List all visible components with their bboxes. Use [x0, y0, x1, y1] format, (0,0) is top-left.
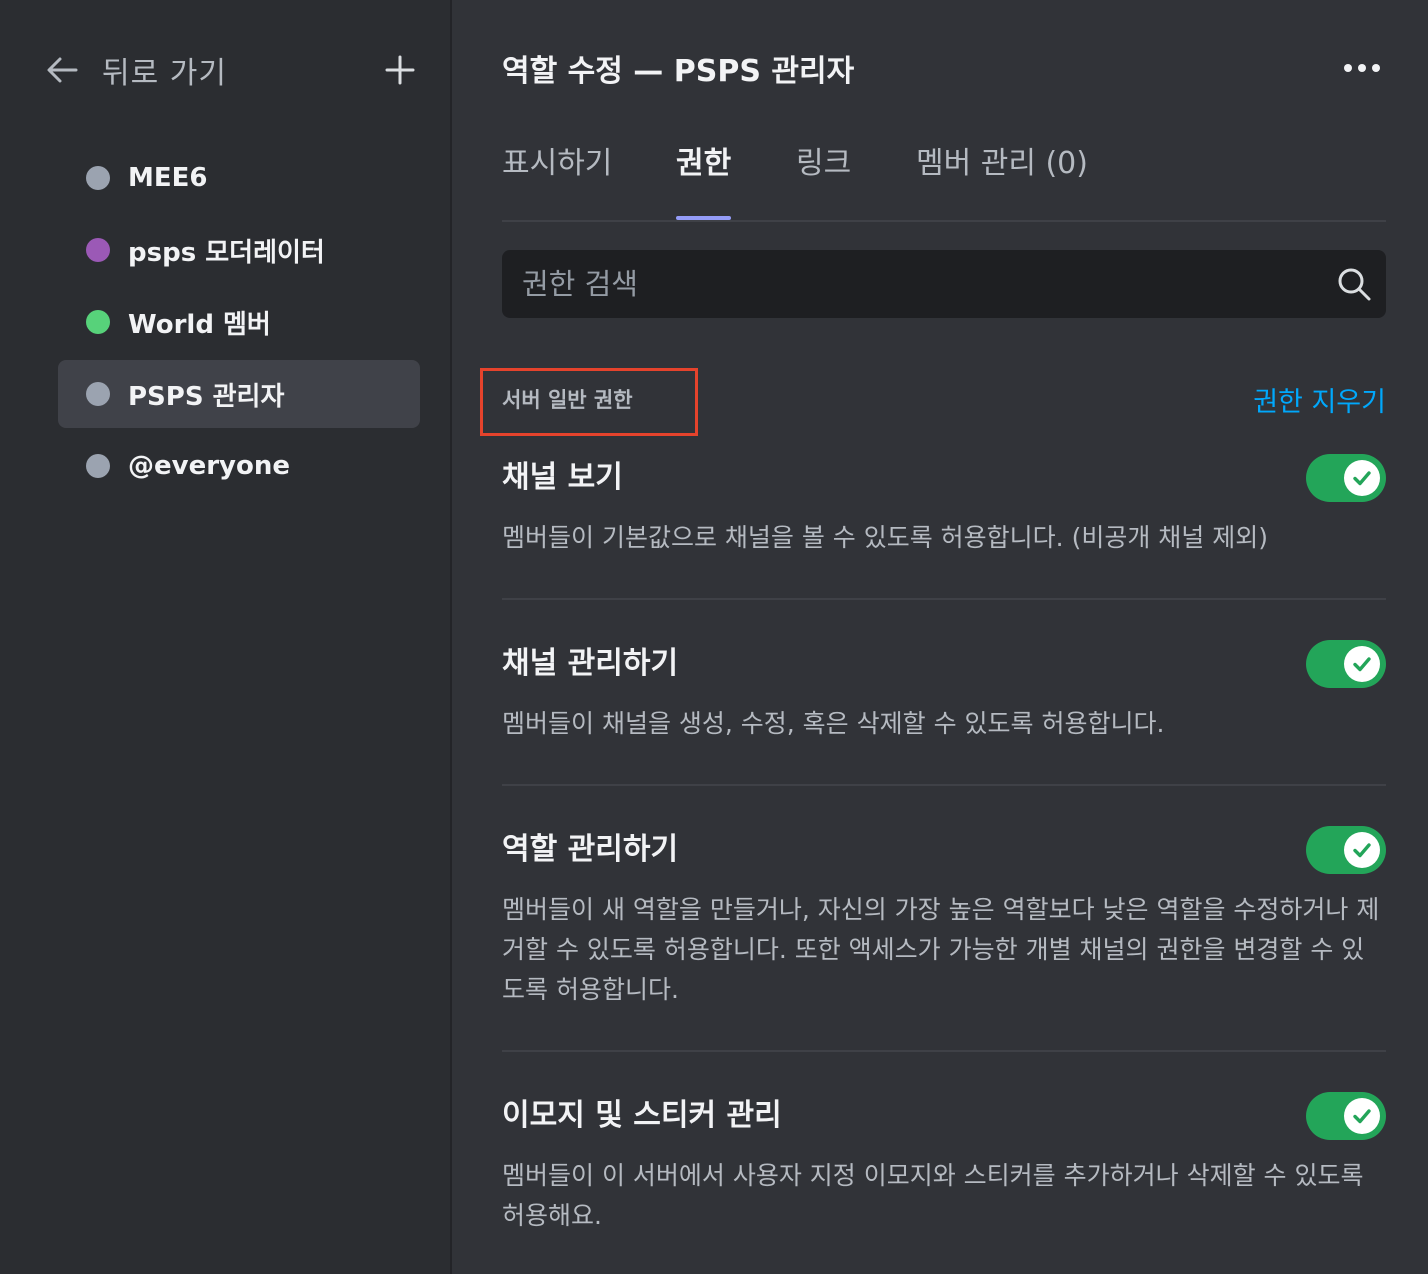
page-title: 역할 수정 — PSPS 관리자: [502, 54, 855, 89]
role-color-dot: [86, 382, 110, 406]
permission-toggle[interactable]: [1306, 1092, 1386, 1140]
role-color-dot: [86, 238, 110, 262]
permission-description: 멤버들이 기본값으로 채널을 볼 수 있도록 허용합니다. (비공개 채널 제외…: [502, 523, 1268, 552]
role-list: MEE6 psps 모더레이터 World 멤버 PSPS 관리자 @every…: [58, 144, 420, 504]
permission-title: 이모지 및 스티커 관리: [502, 1098, 782, 1133]
more-horizontal-icon: [1344, 64, 1352, 72]
role-item-mee6[interactable]: MEE6: [58, 144, 420, 212]
more-options-button[interactable]: [1338, 52, 1386, 84]
tab-bar: 표시하기 권한 링크 멤버 관리 (0): [502, 140, 1386, 222]
role-color-dot: [86, 454, 110, 478]
back-button[interactable]: 뒤로 가기: [44, 48, 227, 92]
role-item-psps-admin[interactable]: PSPS 관리자: [58, 360, 420, 428]
permission-description: 멤버들이 이 서버에서 사용자 지정 이모지와 스티커를 추가하거나 삭제할 수…: [502, 1161, 1364, 1230]
check-icon: [1353, 471, 1371, 486]
divider: [502, 598, 1386, 600]
permission-title: 채널 보기: [502, 460, 623, 495]
toggle-knob: [1344, 646, 1380, 682]
permission-description: 멤버들이 새 역할을 만들거나, 자신의 가장 높은 역할보다 낮은 역할을 수…: [502, 895, 1380, 1004]
clear-permissions-link[interactable]: 권한 지우기: [1253, 380, 1386, 419]
section-title: 서버 일반 권한: [502, 388, 633, 412]
check-icon: [1353, 657, 1371, 672]
role-name: World 멤버: [128, 309, 271, 340]
plus-icon: [385, 55, 415, 85]
role-name: psps 모더레이터: [128, 237, 325, 268]
check-icon: [1353, 843, 1371, 858]
sidebar: 뒤로 가기 MEE6 psps 모더레이터 World 멤버 PSPS 관리자 …: [0, 0, 452, 1274]
toggle-knob: [1344, 1098, 1380, 1134]
role-item-psps-moderator[interactable]: psps 모더레이터: [58, 216, 420, 284]
role-item-everyone[interactable]: @everyone: [58, 432, 420, 500]
toggle-knob: [1344, 832, 1380, 868]
tab-manage-members[interactable]: 멤버 관리 (0): [916, 140, 1088, 218]
role-name: MEE6: [128, 163, 208, 193]
permission-description: 멤버들이 채널을 생성, 수정, 혹은 삭제할 수 있도록 허용합니다.: [502, 709, 1165, 738]
toggle-knob: [1344, 460, 1380, 496]
permission-row-manage-channels: 채널 관리하기 멤버들이 채널을 생성, 수정, 혹은 삭제할 수 있도록 허용…: [502, 638, 1386, 738]
permission-row-manage-emoji-stickers: 이모지 및 스티커 관리 멤버들이 이 서버에서 사용자 지정 이모지와 스티커…: [502, 1090, 1386, 1230]
role-color-dot: [86, 310, 110, 334]
permission-row-manage-roles: 역할 관리하기 멤버들이 새 역할을 만들거나, 자신의 가장 높은 역할보다 …: [502, 824, 1386, 1004]
check-icon: [1353, 1109, 1371, 1124]
arrow-left-icon: [47, 57, 78, 83]
search-bar: [502, 250, 1386, 318]
more-horizontal-icon: [1372, 64, 1380, 72]
permission-toggle[interactable]: [1306, 640, 1386, 688]
permission-title: 역할 관리하기: [502, 832, 679, 867]
tab-links[interactable]: 링크: [796, 140, 851, 218]
permission-title: 채널 관리하기: [502, 646, 679, 681]
role-color-dot: [86, 166, 110, 190]
role-name: PSPS 관리자: [128, 381, 285, 412]
divider: [502, 784, 1386, 786]
permission-toggle[interactable]: [1306, 454, 1386, 502]
add-role-button[interactable]: [382, 48, 418, 92]
search-input[interactable]: [502, 250, 1302, 318]
divider: [502, 1050, 1386, 1052]
tab-permissions[interactable]: 권한: [676, 140, 732, 220]
permission-toggle[interactable]: [1306, 826, 1386, 874]
back-label: 뒤로 가기: [102, 56, 227, 91]
role-name: @everyone: [128, 451, 290, 481]
role-item-world-member[interactable]: World 멤버: [58, 288, 420, 356]
more-horizontal-icon: [1358, 64, 1366, 72]
search-icon[interactable]: [1336, 266, 1372, 302]
permission-row-view-channels: 채널 보기 멤버들이 기본값으로 채널을 볼 수 있도록 허용합니다. (비공개…: [502, 452, 1386, 552]
back-row: 뒤로 가기: [44, 48, 418, 92]
tab-display[interactable]: 표시하기: [502, 140, 612, 218]
